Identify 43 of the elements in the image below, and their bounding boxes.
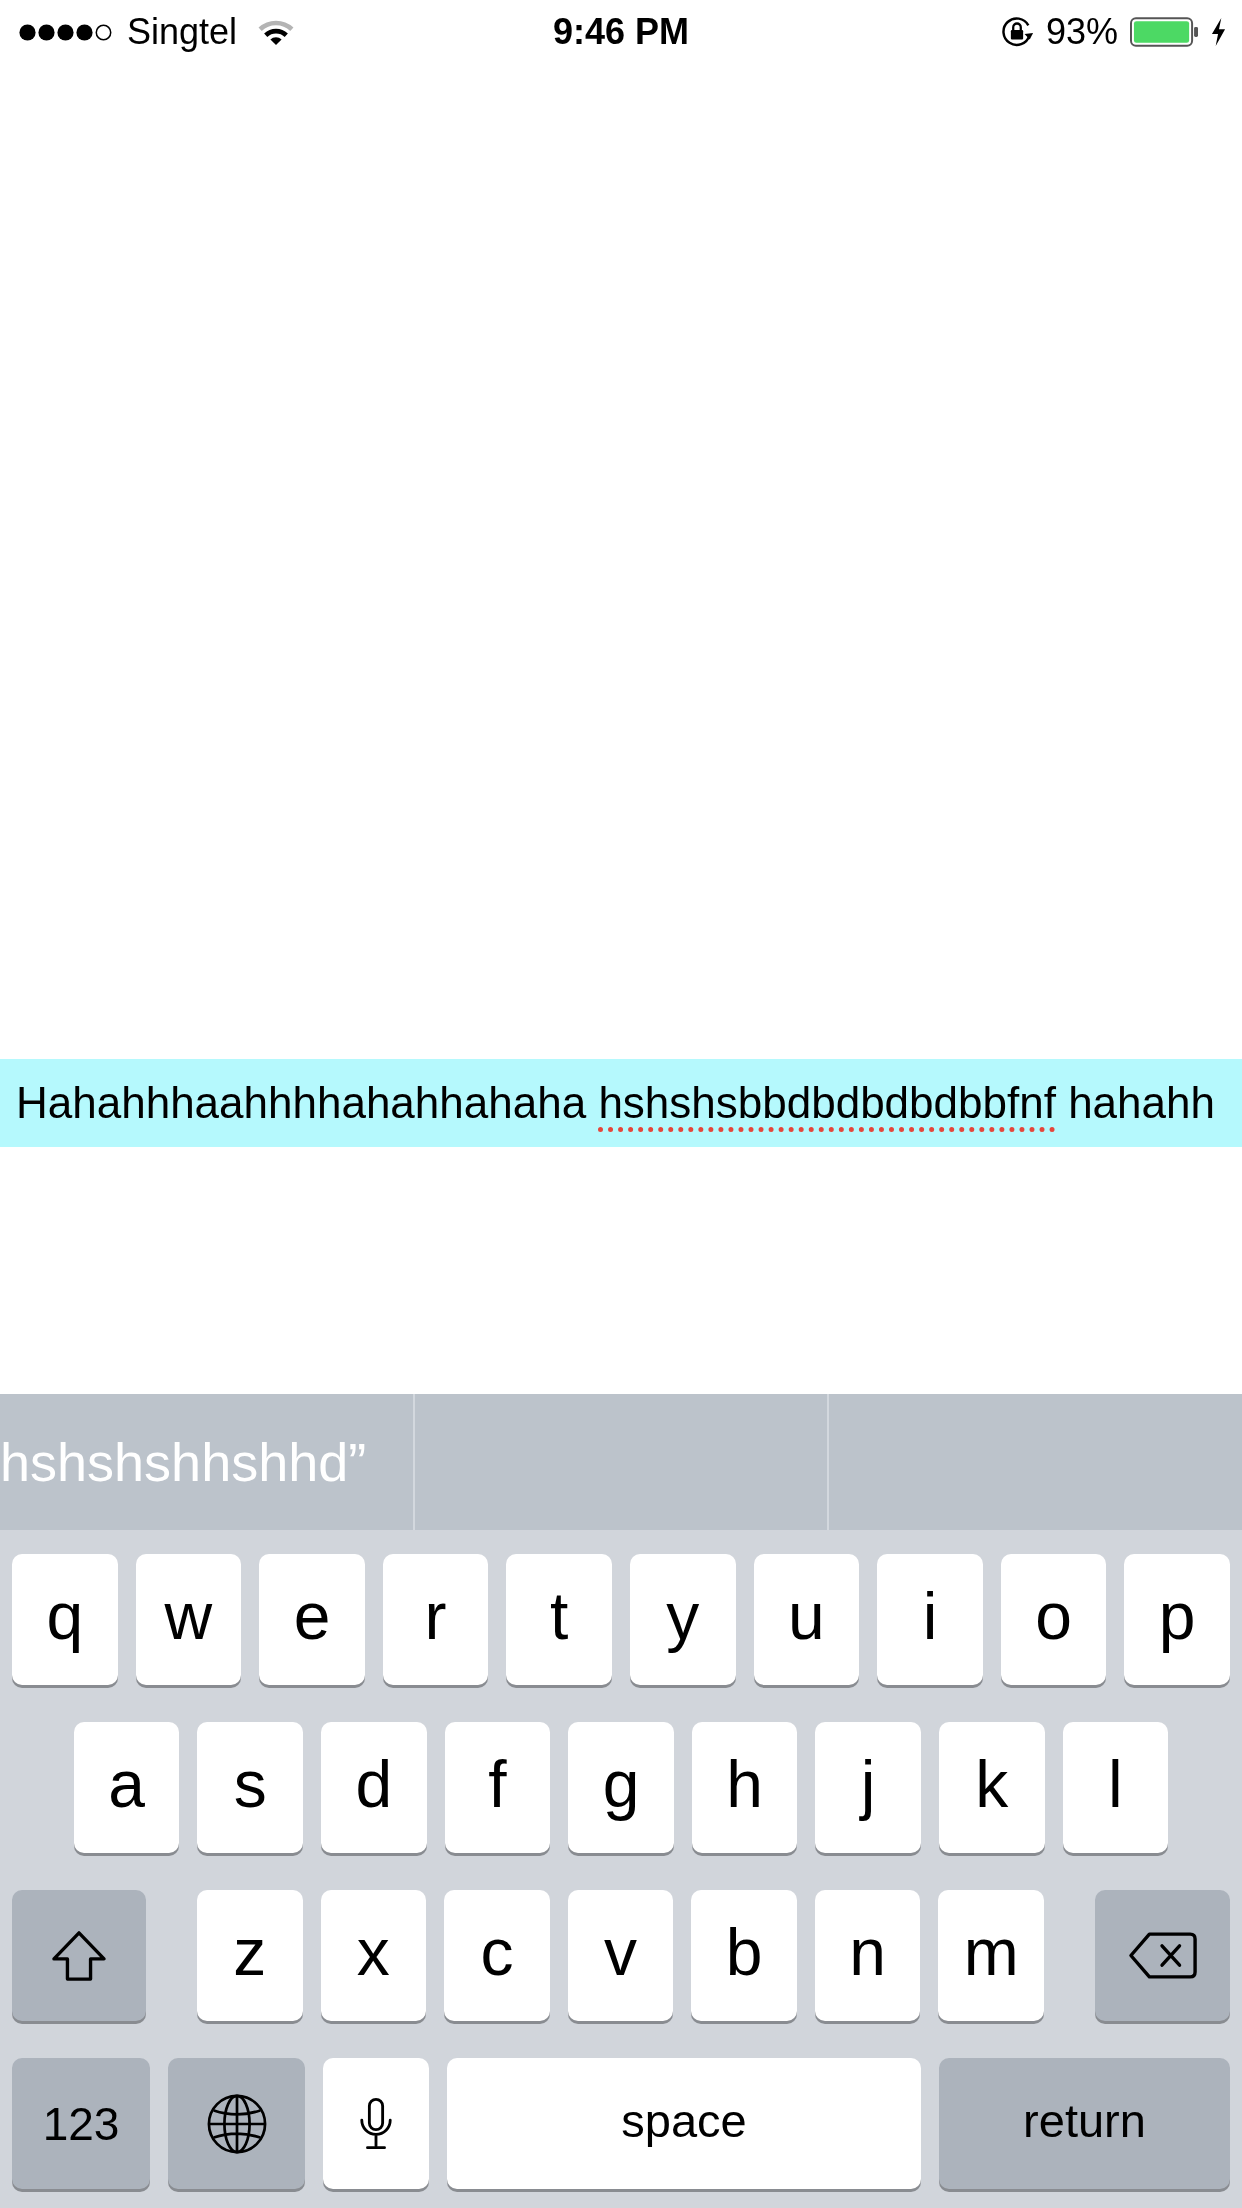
letter-key[interactable]: t [506, 1554, 612, 1685]
letter-key[interactable]: f [444, 1722, 551, 1853]
letter-key[interactable]: l [1062, 1722, 1169, 1853]
letter-key[interactable]: s [197, 1722, 303, 1853]
letter-key[interactable]: r [382, 1554, 489, 1685]
letter-key[interactable]: d [321, 1722, 427, 1853]
letter-key[interactable]: o [1000, 1554, 1107, 1685]
globe-icon [206, 2093, 267, 2154]
clock-time: 9:46 PM [552, 14, 690, 50]
text-field[interactable]: Hahahhhaahhhhahahhahaha hshshsbbdbdbdbdbbfnf hahahh [0, 1059, 1242, 1147]
letter-key[interactable]: g [568, 1722, 674, 1853]
battery-icon [1130, 17, 1199, 47]
backspace-icon [1127, 1931, 1198, 1980]
letter-key[interactable]: k [939, 1722, 1045, 1853]
delete-key[interactable] [1095, 1890, 1230, 2021]
letter-key[interactable]: b [691, 1890, 797, 2021]
letter-key[interactable]: i [877, 1554, 983, 1685]
wifi-icon [257, 18, 296, 46]
shift-key[interactable] [12, 1890, 146, 2021]
letter-key[interactable]: w [135, 1554, 242, 1685]
letter-key[interactable]: p [1124, 1554, 1230, 1685]
letter-key[interactable]: h [691, 1722, 798, 1853]
letter-key[interactable]: u [753, 1554, 860, 1685]
letter-key[interactable]: m [938, 1890, 1045, 2021]
carrier-name: Singtel [127, 14, 238, 50]
battery-percentage: 93% [1045, 14, 1118, 50]
microphone-key[interactable] [323, 2058, 429, 2189]
numbers-key[interactable]: 123 [12, 2058, 150, 2189]
letter-key[interactable]: v [567, 1890, 674, 2021]
space-bar[interactable]: space [447, 2058, 921, 2189]
microphone-icon [358, 2096, 394, 2151]
letter-key[interactable]: c [444, 1890, 550, 2021]
letter-key[interactable]: x [320, 1890, 427, 2021]
letter-key[interactable]: q [12, 1554, 118, 1685]
letter-key[interactable]: e [259, 1554, 365, 1685]
return-key[interactable]: return [939, 2058, 1230, 2189]
letter-key[interactable]: n [814, 1890, 921, 2021]
letter-key[interactable]: y [630, 1554, 736, 1685]
letter-key[interactable]: a [73, 1722, 180, 1853]
letter-key[interactable]: z [196, 1890, 303, 2021]
up-arrow-icon [50, 1929, 108, 1982]
letter-key[interactable]: j [815, 1722, 921, 1853]
globe-key[interactable] [168, 2058, 305, 2189]
